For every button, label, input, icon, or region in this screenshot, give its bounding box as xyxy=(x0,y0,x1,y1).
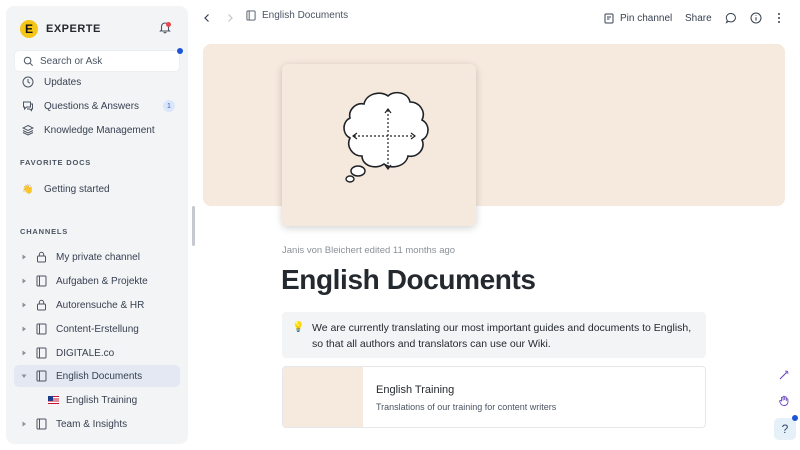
workspace-name: EXPERTE xyxy=(46,23,101,35)
channel-label: English Documents xyxy=(56,370,143,382)
help-button[interactable]: ? xyxy=(774,415,798,440)
workspace-header[interactable]: E EXPERTE xyxy=(20,17,178,41)
book-icon xyxy=(34,417,48,431)
workspace-logo: E xyxy=(20,20,38,38)
magic-wand-tool[interactable] xyxy=(775,366,793,384)
book-icon xyxy=(34,369,48,383)
magic-wand-icon xyxy=(779,370,789,380)
channel-label: Content-Erstellung xyxy=(56,323,139,335)
chevron-right-icon[interactable] xyxy=(18,323,30,335)
channel-label: Team & Insights xyxy=(56,418,128,430)
chevron-right-icon[interactable] xyxy=(18,347,30,359)
search-icon xyxy=(23,56,33,66)
channel-my-private-channel[interactable]: My private channel xyxy=(14,246,180,268)
pin-icon xyxy=(604,13,614,23)
notification-bell-icon[interactable] xyxy=(158,20,174,36)
favorite-doc-getting-started[interactable]: 👋 Getting started xyxy=(14,178,180,200)
favorite-docs-heading: FAVORITE DOCS xyxy=(20,158,92,167)
nav-item-questions-answers[interactable]: Questions & Answers 1 xyxy=(14,95,180,117)
waving-hand-icon: 👋 xyxy=(22,183,34,194)
doc-label: English Training xyxy=(66,394,138,406)
channels-heading: CHANNELS xyxy=(20,227,69,236)
chevron-left-icon xyxy=(204,14,209,22)
thought-bubble-icon xyxy=(343,91,429,183)
top-bar: English Documents Pin channel Share xyxy=(196,0,800,36)
more-options-button[interactable] xyxy=(776,10,782,26)
last-edited-meta: Janis von Bleichert edited 11 months ago xyxy=(282,245,456,256)
notification-dot xyxy=(166,22,171,27)
sidebar-scrollbar[interactable] xyxy=(192,206,195,246)
doc-card-subtitle: Translations of our training for content… xyxy=(376,402,557,412)
layers-icon xyxy=(21,123,35,137)
nav-label: Questions & Answers xyxy=(44,100,140,112)
help-label: ? xyxy=(781,422,789,436)
chevron-right-icon[interactable] xyxy=(18,275,30,287)
nav-label: Updates xyxy=(44,76,82,88)
pin-channel-label: Pin channel xyxy=(620,12,673,24)
grab-hand-tool[interactable] xyxy=(775,392,793,410)
book-icon xyxy=(34,346,48,360)
info-button[interactable] xyxy=(750,10,762,26)
search-input[interactable]: Search or Ask xyxy=(14,48,183,72)
channel-content-erstellung[interactable]: Content-Erstellung xyxy=(14,318,180,340)
channel-autorensuche-hr[interactable]: Autorensuche & HR xyxy=(14,294,180,316)
search-placeholder: Search or Ask xyxy=(40,55,103,67)
questions-count-badge: 1 xyxy=(163,100,175,112)
clock-icon xyxy=(21,75,35,89)
share-label: Share xyxy=(685,12,712,24)
comment-icon xyxy=(725,12,736,24)
info-callout[interactable]: 💡 We are currently translating our most … xyxy=(282,312,706,358)
chevron-right-icon xyxy=(228,14,233,22)
channel-label: Aufgaben & Projekte xyxy=(56,275,148,287)
help-indicator-dot xyxy=(792,415,798,421)
book-icon xyxy=(34,274,48,288)
info-icon xyxy=(750,12,762,24)
nav-item-updates[interactable]: Updates xyxy=(14,71,180,93)
lightbulb-icon: 💡 xyxy=(292,322,305,333)
book-icon xyxy=(246,10,256,21)
channel-label: My private channel xyxy=(56,251,140,263)
channel-english-documents[interactable]: English Documents xyxy=(14,365,180,387)
doc-english-training[interactable]: English Training xyxy=(14,389,180,411)
chevron-right-icon[interactable] xyxy=(18,251,30,263)
doc-card-title: English Training xyxy=(376,384,455,396)
search-indicator-dot xyxy=(177,48,183,54)
lock-icon xyxy=(34,250,48,264)
channel-label: Autorensuche & HR xyxy=(56,299,145,311)
doc-card-english-training[interactable]: English Training Translations of our tra… xyxy=(282,366,706,428)
sidebar: E EXPERTE Search or Ask Updates Question… xyxy=(6,6,188,444)
chat-icon xyxy=(21,99,35,113)
breadcrumb-label: English Documents xyxy=(262,10,349,21)
pin-channel-button[interactable]: Pin channel xyxy=(604,10,672,26)
chevron-right-icon[interactable] xyxy=(18,299,30,311)
channel-thumbnail[interactable] xyxy=(282,64,476,226)
hand-icon xyxy=(779,395,789,406)
nav-label: Knowledge Management xyxy=(44,124,155,136)
nav-item-knowledge-management[interactable]: Knowledge Management xyxy=(14,119,180,141)
page-title[interactable]: English Documents xyxy=(281,264,536,296)
chevron-down-icon[interactable] xyxy=(18,370,30,382)
forward-button[interactable] xyxy=(225,10,235,26)
channel-team-insights[interactable]: Team & Insights xyxy=(14,413,180,435)
back-button[interactable] xyxy=(202,10,212,26)
chevron-right-icon[interactable] xyxy=(18,418,30,430)
callout-text: We are currently translating our most im… xyxy=(312,322,692,350)
share-button[interactable]: Share xyxy=(685,10,712,26)
channel-label: DIGITALE.co xyxy=(56,347,115,359)
breadcrumb[interactable]: English Documents xyxy=(246,10,348,21)
comments-button[interactable] xyxy=(725,10,737,26)
more-vertical-icon xyxy=(778,13,780,23)
book-icon xyxy=(34,322,48,336)
doc-card-cover xyxy=(283,367,363,427)
us-flag-icon xyxy=(48,396,59,404)
channel-aufgaben-projekte[interactable]: Aufgaben & Projekte xyxy=(14,270,180,292)
lock-icon xyxy=(34,298,48,312)
favorite-doc-label: Getting started xyxy=(44,183,110,195)
channel-digitale-co[interactable]: DIGITALE.co xyxy=(14,342,180,364)
